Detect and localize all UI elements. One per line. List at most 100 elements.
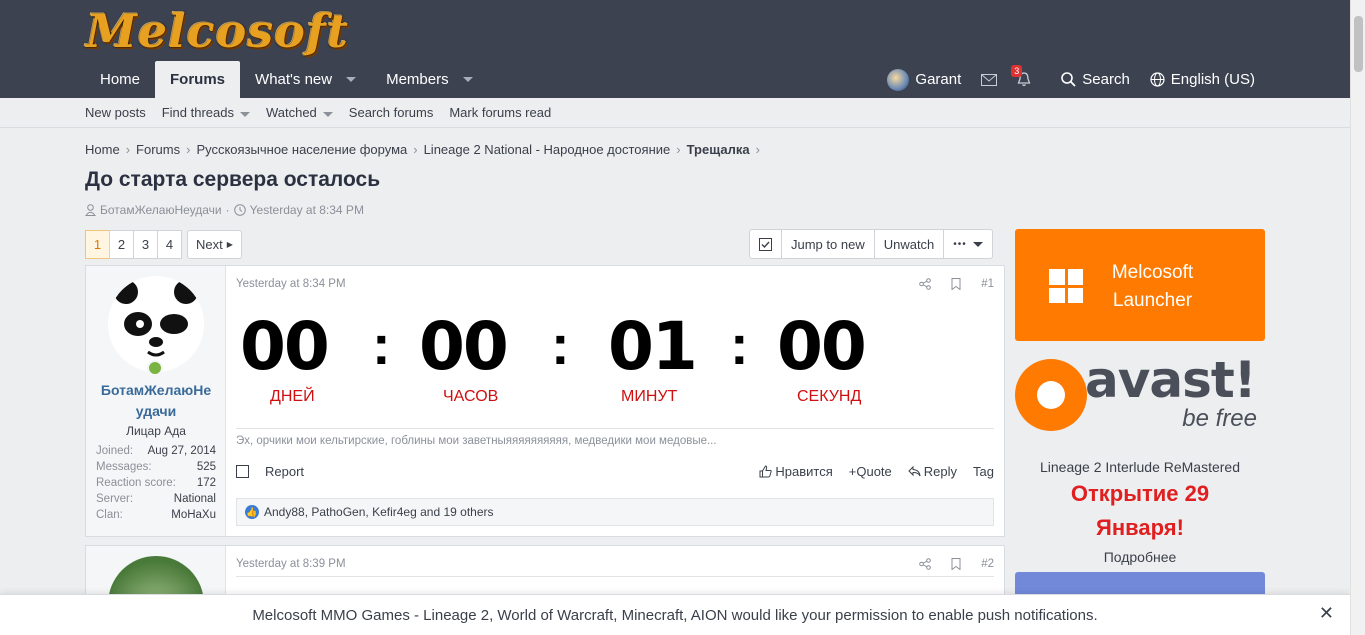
search-button[interactable]: Search xyxy=(1061,71,1130,88)
breadcrumb-current[interactable]: Трещалка xyxy=(687,142,750,157)
inbox-button[interactable] xyxy=(981,73,998,86)
page-2[interactable]: 2 xyxy=(109,230,134,259)
close-icon[interactable]: ✕ xyxy=(1319,603,1334,624)
post-number[interactable]: #1 xyxy=(981,278,994,290)
multi-select-button[interactable] xyxy=(750,230,782,258)
username-line: удачи xyxy=(135,403,177,419)
chevron-down-icon[interactable] xyxy=(322,112,333,117)
sidebar: Melcosoft Launcher avast! be free Lineag… xyxy=(1015,229,1265,565)
more-details-link[interactable]: Подробнее xyxy=(1015,549,1265,565)
alerts-button[interactable]: 3 xyxy=(1011,65,1031,87)
more-options-button[interactable]: ••• xyxy=(944,230,992,258)
tag-button[interactable]: Tag xyxy=(973,464,994,479)
avast-banner[interactable]: avast! be free xyxy=(1015,347,1265,447)
avatar xyxy=(887,68,910,91)
post-body: Yesterday at 8:34 PM #1 00 : 00 : 01 : 0… xyxy=(236,266,994,536)
opening-announcement: Открытие 29 Января! xyxy=(1015,477,1265,545)
launcher-line: Launcher xyxy=(1112,290,1193,311)
reactions-list[interactable]: Andy88, PathoGen, Kefir4eg and 19 others xyxy=(264,505,494,519)
stat-key: Reaction score: xyxy=(96,477,176,489)
quote-button[interactable]: +Quote xyxy=(849,464,892,479)
page-scrollbar[interactable] xyxy=(1350,0,1365,635)
chevron-down-icon[interactable] xyxy=(462,77,473,82)
alerts-badge: 3 xyxy=(1011,65,1023,77)
select-post-checkbox[interactable] xyxy=(236,465,249,478)
nav-tab-label: Members xyxy=(386,71,449,88)
signature: Эх, орчики мои кельтирские, гоблины мои … xyxy=(236,435,717,447)
reply-button[interactable]: Reply xyxy=(908,464,957,479)
subnav-label: Find threads xyxy=(161,105,234,120)
launcher-banner[interactable]: Melcosoft Launcher xyxy=(1015,229,1265,341)
language-selector[interactable]: English (US) xyxy=(1150,71,1255,88)
chevron-down-icon[interactable] xyxy=(346,77,357,82)
post-date[interactable]: Yesterday at 8:34 PM xyxy=(236,278,346,290)
thread-author[interactable]: БотамЖелаюНеудачи xyxy=(100,203,222,217)
countdown-minutes-label: МИНУТ xyxy=(621,388,678,405)
chevron-down-icon[interactable] xyxy=(239,112,250,117)
avatar[interactable] xyxy=(108,276,204,372)
post-date[interactable]: Yesterday at 8:39 PM xyxy=(236,558,346,570)
breadcrumb-item[interactable]: Home xyxy=(85,142,120,157)
bookmark-icon[interactable] xyxy=(951,278,961,290)
subnav-mark-read[interactable]: Mark forums read xyxy=(449,105,551,120)
subnav-find-threads[interactable]: Find threads xyxy=(162,105,250,120)
chevron-right-icon: › xyxy=(413,142,418,157)
breadcrumb-item[interactable]: Forums xyxy=(136,142,180,157)
like-button[interactable]: Нравится xyxy=(759,464,833,479)
next-page-button[interactable]: Next ▶ xyxy=(187,230,242,259)
nav-tab-members[interactable]: Members xyxy=(371,61,488,98)
clock-icon xyxy=(233,204,246,216)
countdown-separator: : xyxy=(730,313,749,376)
page-3[interactable]: 3 xyxy=(133,230,158,259)
countdown-days-label: ДНЕЙ xyxy=(270,388,315,405)
breadcrumb-item[interactable]: Lineage 2 National - Народное достояние xyxy=(424,142,671,157)
subnav-watched[interactable]: Watched xyxy=(266,105,333,120)
stat-value: 172 xyxy=(196,477,216,489)
unwatch-button[interactable]: Unwatch xyxy=(875,230,945,258)
page-4[interactable]: 4 xyxy=(157,230,182,259)
checkbox-icon xyxy=(759,237,772,251)
thumbs-up-icon xyxy=(759,465,773,478)
windows-icon xyxy=(1049,269,1083,303)
post-username[interactable]: БотамЖелаюНе удачи xyxy=(86,380,226,422)
jump-to-new-button[interactable]: Jump to new xyxy=(782,230,875,258)
scrollbar-thumb[interactable] xyxy=(1354,16,1363,72)
account-name: Garant xyxy=(915,71,962,88)
nav-tab-home[interactable]: Home xyxy=(85,61,155,98)
subnav-search-forums[interactable]: Search forums xyxy=(349,105,434,120)
globe-icon xyxy=(1150,72,1165,87)
stat-key: Joined: xyxy=(96,445,134,457)
chevron-right-icon: › xyxy=(676,142,681,157)
stat-row: Reaction score: 172 xyxy=(96,475,216,491)
share-icon[interactable] xyxy=(919,558,932,570)
post-number[interactable]: #2 xyxy=(981,558,994,570)
subnav-new-posts[interactable]: New posts xyxy=(85,105,146,120)
nav-tab-whats-new[interactable]: What's new xyxy=(240,61,371,98)
language-label: English (US) xyxy=(1170,71,1255,88)
thread-meta: БотамЖелаюНеудачи · Yesterday at 8:34 PM xyxy=(85,203,364,217)
site-header: Melcosoft Home Forums What's new Members… xyxy=(0,0,1365,98)
sub-nav: New posts Find threads Watched Search fo… xyxy=(0,98,1365,128)
username-line: БотамЖелаюНе xyxy=(100,382,212,398)
site-logo[interactable]: Melcosoft xyxy=(86,4,349,58)
nav-tab-forums[interactable]: Forums xyxy=(155,61,241,98)
user-icon xyxy=(85,204,96,216)
chevron-right-icon: › xyxy=(755,142,760,157)
account-link[interactable]: Garant xyxy=(887,68,962,91)
more-icon: ••• xyxy=(953,238,967,250)
nav-tab-label: Home xyxy=(100,71,141,88)
reply-label: Reply xyxy=(923,464,958,479)
page-1[interactable]: 1 xyxy=(85,230,110,259)
user-nav: Garant 3 Search English (US) xyxy=(867,61,1255,98)
thread-date[interactable]: Yesterday at 8:34 PM xyxy=(250,203,364,217)
share-icon[interactable] xyxy=(919,278,932,290)
countdown-separator: : xyxy=(551,313,570,376)
bookmark-icon[interactable] xyxy=(951,558,961,570)
chevron-down-icon xyxy=(972,241,983,247)
reactions-bar[interactable]: 👍 Andy88, PathoGen, Kefir4eg and 19 othe… xyxy=(236,498,994,526)
breadcrumb-item[interactable]: Русскоязычное население форума xyxy=(196,142,407,157)
launcher-line: Melcosoft xyxy=(1111,262,1194,283)
breadcrumb: Home › Forums › Русскоязычное население фо… xyxy=(85,142,760,157)
post-actions: Report Нравится +Quote Reply Tag xyxy=(236,464,994,479)
report-link[interactable]: Report xyxy=(265,464,304,479)
